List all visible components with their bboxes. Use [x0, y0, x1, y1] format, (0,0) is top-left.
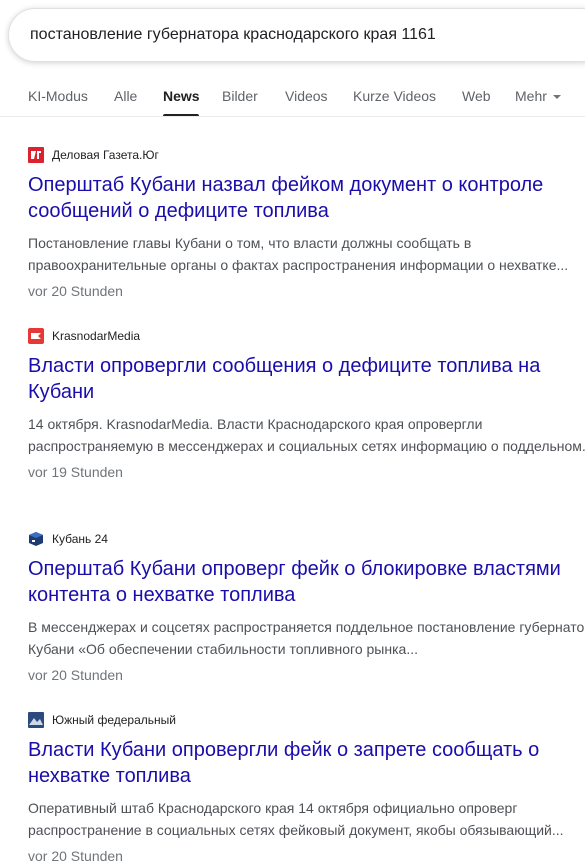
result-snippet: Оперативный штаб Краснодарского края 14 …: [28, 800, 564, 838]
tab-ki-modus[interactable]: KI-Modus: [28, 88, 88, 104]
result-timestamp: vor 19 Stunden: [28, 464, 123, 480]
result-snippet: В мессенджерах и соцсетях распространяет…: [28, 619, 585, 657]
tab-web[interactable]: Web: [462, 88, 491, 104]
source-name: Южный федеральный: [52, 713, 176, 727]
search-tabs: KI-Modus Alle News Bilder Videos Kurze V…: [0, 76, 585, 117]
source-name: Кубань 24: [52, 532, 108, 546]
tabs-divider: [0, 116, 585, 117]
yuzhny-federalny-logo-icon: [28, 712, 44, 728]
tab-news[interactable]: News: [163, 88, 200, 104]
result-source[interactable]: KrasnodarMedia: [28, 328, 585, 344]
result-source[interactable]: Деловая Газета.Юг: [28, 147, 585, 163]
result-source[interactable]: Кубань 24: [28, 531, 585, 547]
chevron-down-icon: [552, 95, 561, 100]
news-result: Деловая Газета.Юг Оперштаб Кубани назвал…: [28, 147, 585, 302]
search-input[interactable]: постановление губернатора краснодарского…: [30, 26, 436, 44]
result-snippet: Постановление главы Кубани о том, что вл…: [28, 235, 569, 273]
tab-kurze-videos[interactable]: Kurze Videos: [353, 88, 436, 104]
result-timestamp: vor 20 Stunden: [28, 283, 123, 299]
news-result: Кубань 24 Оперштаб Кубани опроверг фейк …: [28, 531, 585, 686]
tab-bilder[interactable]: Bilder: [222, 88, 258, 104]
tab-alle[interactable]: Alle: [114, 88, 137, 104]
source-name: KrasnodarMedia: [52, 329, 141, 343]
tab-mehr-label: Mehr: [515, 88, 547, 104]
search-results-page: постановление губернатора краснодарского…: [0, 0, 585, 868]
result-source[interactable]: Южный федеральный: [28, 712, 585, 728]
news-result: Южный федеральный Власти Кубани опроверг…: [28, 712, 585, 867]
result-title-link[interactable]: Оперштаб Кубани назвал фейком документ о…: [28, 172, 585, 224]
result-timestamp: vor 20 Stunden: [28, 667, 123, 683]
result-title-link[interactable]: Власти опровергли сообщения о дефиците т…: [28, 353, 585, 405]
result-title-link[interactable]: Власти Кубани опровергли фейк о запрете …: [28, 737, 585, 789]
source-name: Деловая Газета.Юг: [52, 148, 159, 162]
kuban24-logo-icon: [29, 532, 43, 546]
result-snippet: 14 октября. KrasnodarMedia. Власти Красн…: [28, 416, 585, 454]
search-bar[interactable]: постановление губернатора краснодарского…: [8, 8, 585, 62]
krasnodarmedia-logo-icon: [28, 328, 44, 344]
delovaya-gazeta-logo-icon: [28, 147, 44, 163]
tab-videos[interactable]: Videos: [285, 88, 328, 104]
news-result: KrasnodarMedia Власти опровергли сообщен…: [28, 328, 585, 483]
result-timestamp: vor 20 Stunden: [28, 848, 123, 864]
result-title-link[interactable]: Оперштаб Кубани опроверг фейк о блокиров…: [28, 556, 585, 608]
tab-mehr[interactable]: Mehr: [515, 88, 561, 104]
